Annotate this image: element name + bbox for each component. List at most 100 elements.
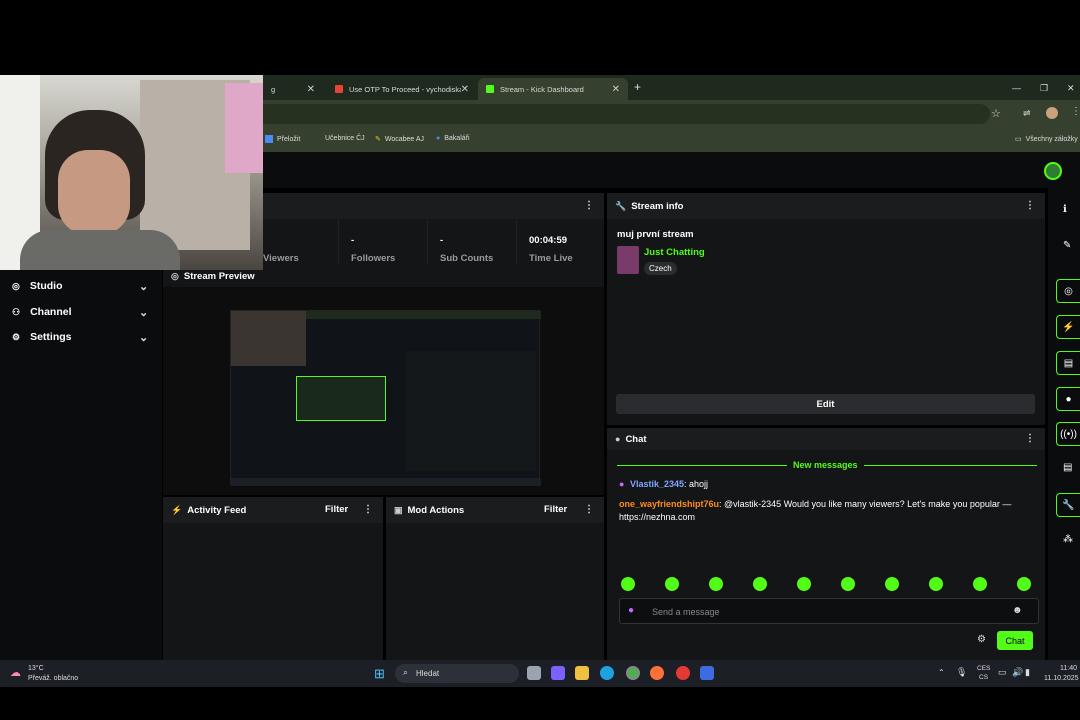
emote-icon[interactable] [665, 577, 679, 591]
rail-preview-button[interactable]: ◎ [1056, 279, 1080, 303]
menu-icon[interactable]: ⋮ [1071, 106, 1080, 117]
more-options-icon[interactable]: ⋮ [363, 504, 373, 515]
rail-mod-button[interactable]: ▤ [1056, 351, 1080, 375]
emote-icon[interactable] [929, 577, 943, 591]
bookmark-label: Přeložit [277, 135, 301, 143]
sidebar-item-label: Studio [29, 280, 63, 292]
battery-icon[interactable]: ▮ [1025, 667, 1030, 678]
close-tab-icon[interactable]: ✕ [461, 84, 469, 95]
emote-icon[interactable] [1017, 577, 1031, 591]
stream-preview-panel: ◎ Stream Preview [163, 265, 604, 495]
file-explorer-icon[interactable] [575, 666, 589, 680]
bookmark-label: Bakaláři [444, 135, 470, 142]
emoji-icon[interactable]: ☻ [1012, 605, 1023, 616]
keyboard-indicator[interactable]: CS [979, 674, 988, 681]
activity-filter-button[interactable]: Filter [325, 504, 348, 515]
address-bar[interactable] [263, 104, 990, 124]
weather-desc[interactable]: Převáž. oblačno [28, 675, 78, 682]
category-thumbnail [617, 246, 639, 274]
app-icon[interactable] [676, 666, 690, 680]
subs-label: Sub Counts [440, 253, 494, 264]
new-tab-button[interactable]: + [634, 80, 641, 94]
browser-tab-active[interactable]: Stream - Kick Dashboard ✕ [478, 78, 628, 100]
chat-settings-icon[interactable]: ⚙ [977, 634, 986, 645]
mod-filter-button[interactable]: Filter [544, 504, 567, 515]
close-tab-icon[interactable]: ✕ [612, 84, 620, 95]
rail-activity-button[interactable]: ⚡ [1056, 315, 1080, 339]
emote-icon[interactable] [753, 577, 767, 591]
profile-avatar[interactable] [1046, 107, 1058, 119]
more-options-icon[interactable]: ⋮ [1025, 433, 1035, 444]
more-options-icon[interactable]: ⋮ [1025, 200, 1035, 211]
bookmark-item[interactable]: ✎ Wocabee AJ [375, 135, 424, 144]
emote-icon[interactable] [797, 577, 811, 591]
bookmark-item[interactable]: Přeložit [265, 135, 300, 143]
mod-actions-title: Mod Actions [407, 504, 465, 516]
bookmark-item[interactable]: Učebnice ČJ [325, 135, 365, 142]
language-indicator[interactable]: CES [977, 665, 990, 672]
clock-date[interactable]: 11.10.2025 [1044, 675, 1079, 682]
edge-icon[interactable] [600, 666, 614, 680]
sidebar-item-channel[interactable]: ⚇ Channel ⌄ [12, 306, 148, 319]
bookmark-item[interactable]: ● Bakaláři [436, 135, 470, 142]
emote-icon[interactable] [973, 577, 987, 591]
browser-tab[interactable]: Use OTP To Proceed - vychodiskal ✕ [327, 78, 477, 100]
emote-icon[interactable] [841, 577, 855, 591]
info-icon[interactable]: ℹ [1063, 204, 1067, 215]
close-window-icon[interactable]: ✕ [1067, 83, 1075, 94]
rail-broadcast-button[interactable]: ((•)) [1056, 422, 1080, 446]
taskbar-search[interactable]: ⌕ Hledat [395, 664, 519, 683]
category-link[interactable]: Just Chatting [644, 247, 705, 258]
minimize-icon[interactable]: — [1012, 83, 1021, 93]
stream-info-panel: 🔧 Stream info ⋮ muj první stream Just Ch… [607, 193, 1045, 425]
more-options-icon[interactable]: ⋮ [584, 200, 594, 211]
emote-icon[interactable] [885, 577, 899, 591]
send-chat-button[interactable]: Chat [997, 631, 1033, 650]
sidebar-item-studio[interactable]: ◎ Studio ⌄ [12, 280, 148, 293]
all-bookmarks[interactable]: ▭ Všechny záložky [1015, 135, 1078, 144]
webcam-overlay [0, 75, 263, 270]
chat-username[interactable]: one_wayfriendshipt76u [619, 499, 719, 509]
wocabee-icon: ✎ [375, 136, 381, 143]
translate-icon [265, 135, 273, 143]
pencil-icon[interactable]: ✎ [1063, 240, 1071, 251]
sidebar-item-settings[interactable]: ⚙ Settings ⌄ [12, 331, 148, 344]
emote-icon[interactable] [621, 577, 635, 591]
share-icon[interactable]: ⁂ [1063, 534, 1073, 545]
close-tab-icon[interactable]: ✕ [307, 84, 315, 95]
time-live-label: Time Live [529, 253, 573, 264]
chevron-down-icon: ⌄ [139, 280, 149, 293]
app-icon[interactable] [700, 666, 714, 680]
stream-preview-video[interactable] [230, 310, 541, 486]
weather-temp[interactable]: 13°C [28, 665, 44, 672]
preview-chat [406, 351, 536, 471]
more-options-icon[interactable]: ⋮ [584, 504, 594, 515]
user-avatar[interactable] [1044, 162, 1062, 180]
rail-chat-button[interactable]: ● [1056, 387, 1080, 411]
layout-icon[interactable]: ▤ [1063, 462, 1072, 473]
microphone-icon[interactable]: 🎙 [956, 667, 967, 678]
chevron-up-icon[interactable]: ⌃ [938, 668, 945, 677]
extensions-icon[interactable]: ⇌ [1023, 108, 1031, 119]
address-row: ☆ ⇌ ⋮ [263, 100, 1080, 128]
task-view-icon[interactable] [527, 666, 541, 680]
volume-icon[interactable]: 🔊 [1012, 667, 1023, 678]
clock-time[interactable]: 11:40 [1060, 665, 1077, 672]
firefox-icon[interactable] [650, 666, 664, 680]
network-icon[interactable]: ▭ [998, 667, 1007, 678]
emote-icon[interactable] [709, 577, 723, 591]
edit-button[interactable]: Edit [616, 394, 1035, 414]
browser-tab[interactable]: g ✕ [263, 78, 323, 100]
copilot-icon[interactable] [551, 666, 565, 680]
chat-username[interactable]: Vlastik_2345 [630, 479, 684, 489]
send-chat-label: Chat [1005, 635, 1025, 646]
windows-start-icon[interactable]: ⊞ [374, 666, 385, 682]
time-live-value: 00:04:59 [529, 235, 568, 246]
chat-input[interactable]: ● Send a message ☻ [619, 598, 1039, 624]
rail-stream-info-button[interactable]: 🔧 [1056, 493, 1080, 517]
chrome-icon[interactable] [626, 666, 640, 680]
chat-message: one_wayfriendshipt76u: @vlastik-2345 Wou… [619, 498, 1019, 524]
maximize-icon[interactable]: ❐ [1040, 83, 1048, 94]
star-icon[interactable]: ☆ [991, 107, 1001, 120]
chat-message: ● Vlastik_2345: ahojj [619, 479, 708, 489]
